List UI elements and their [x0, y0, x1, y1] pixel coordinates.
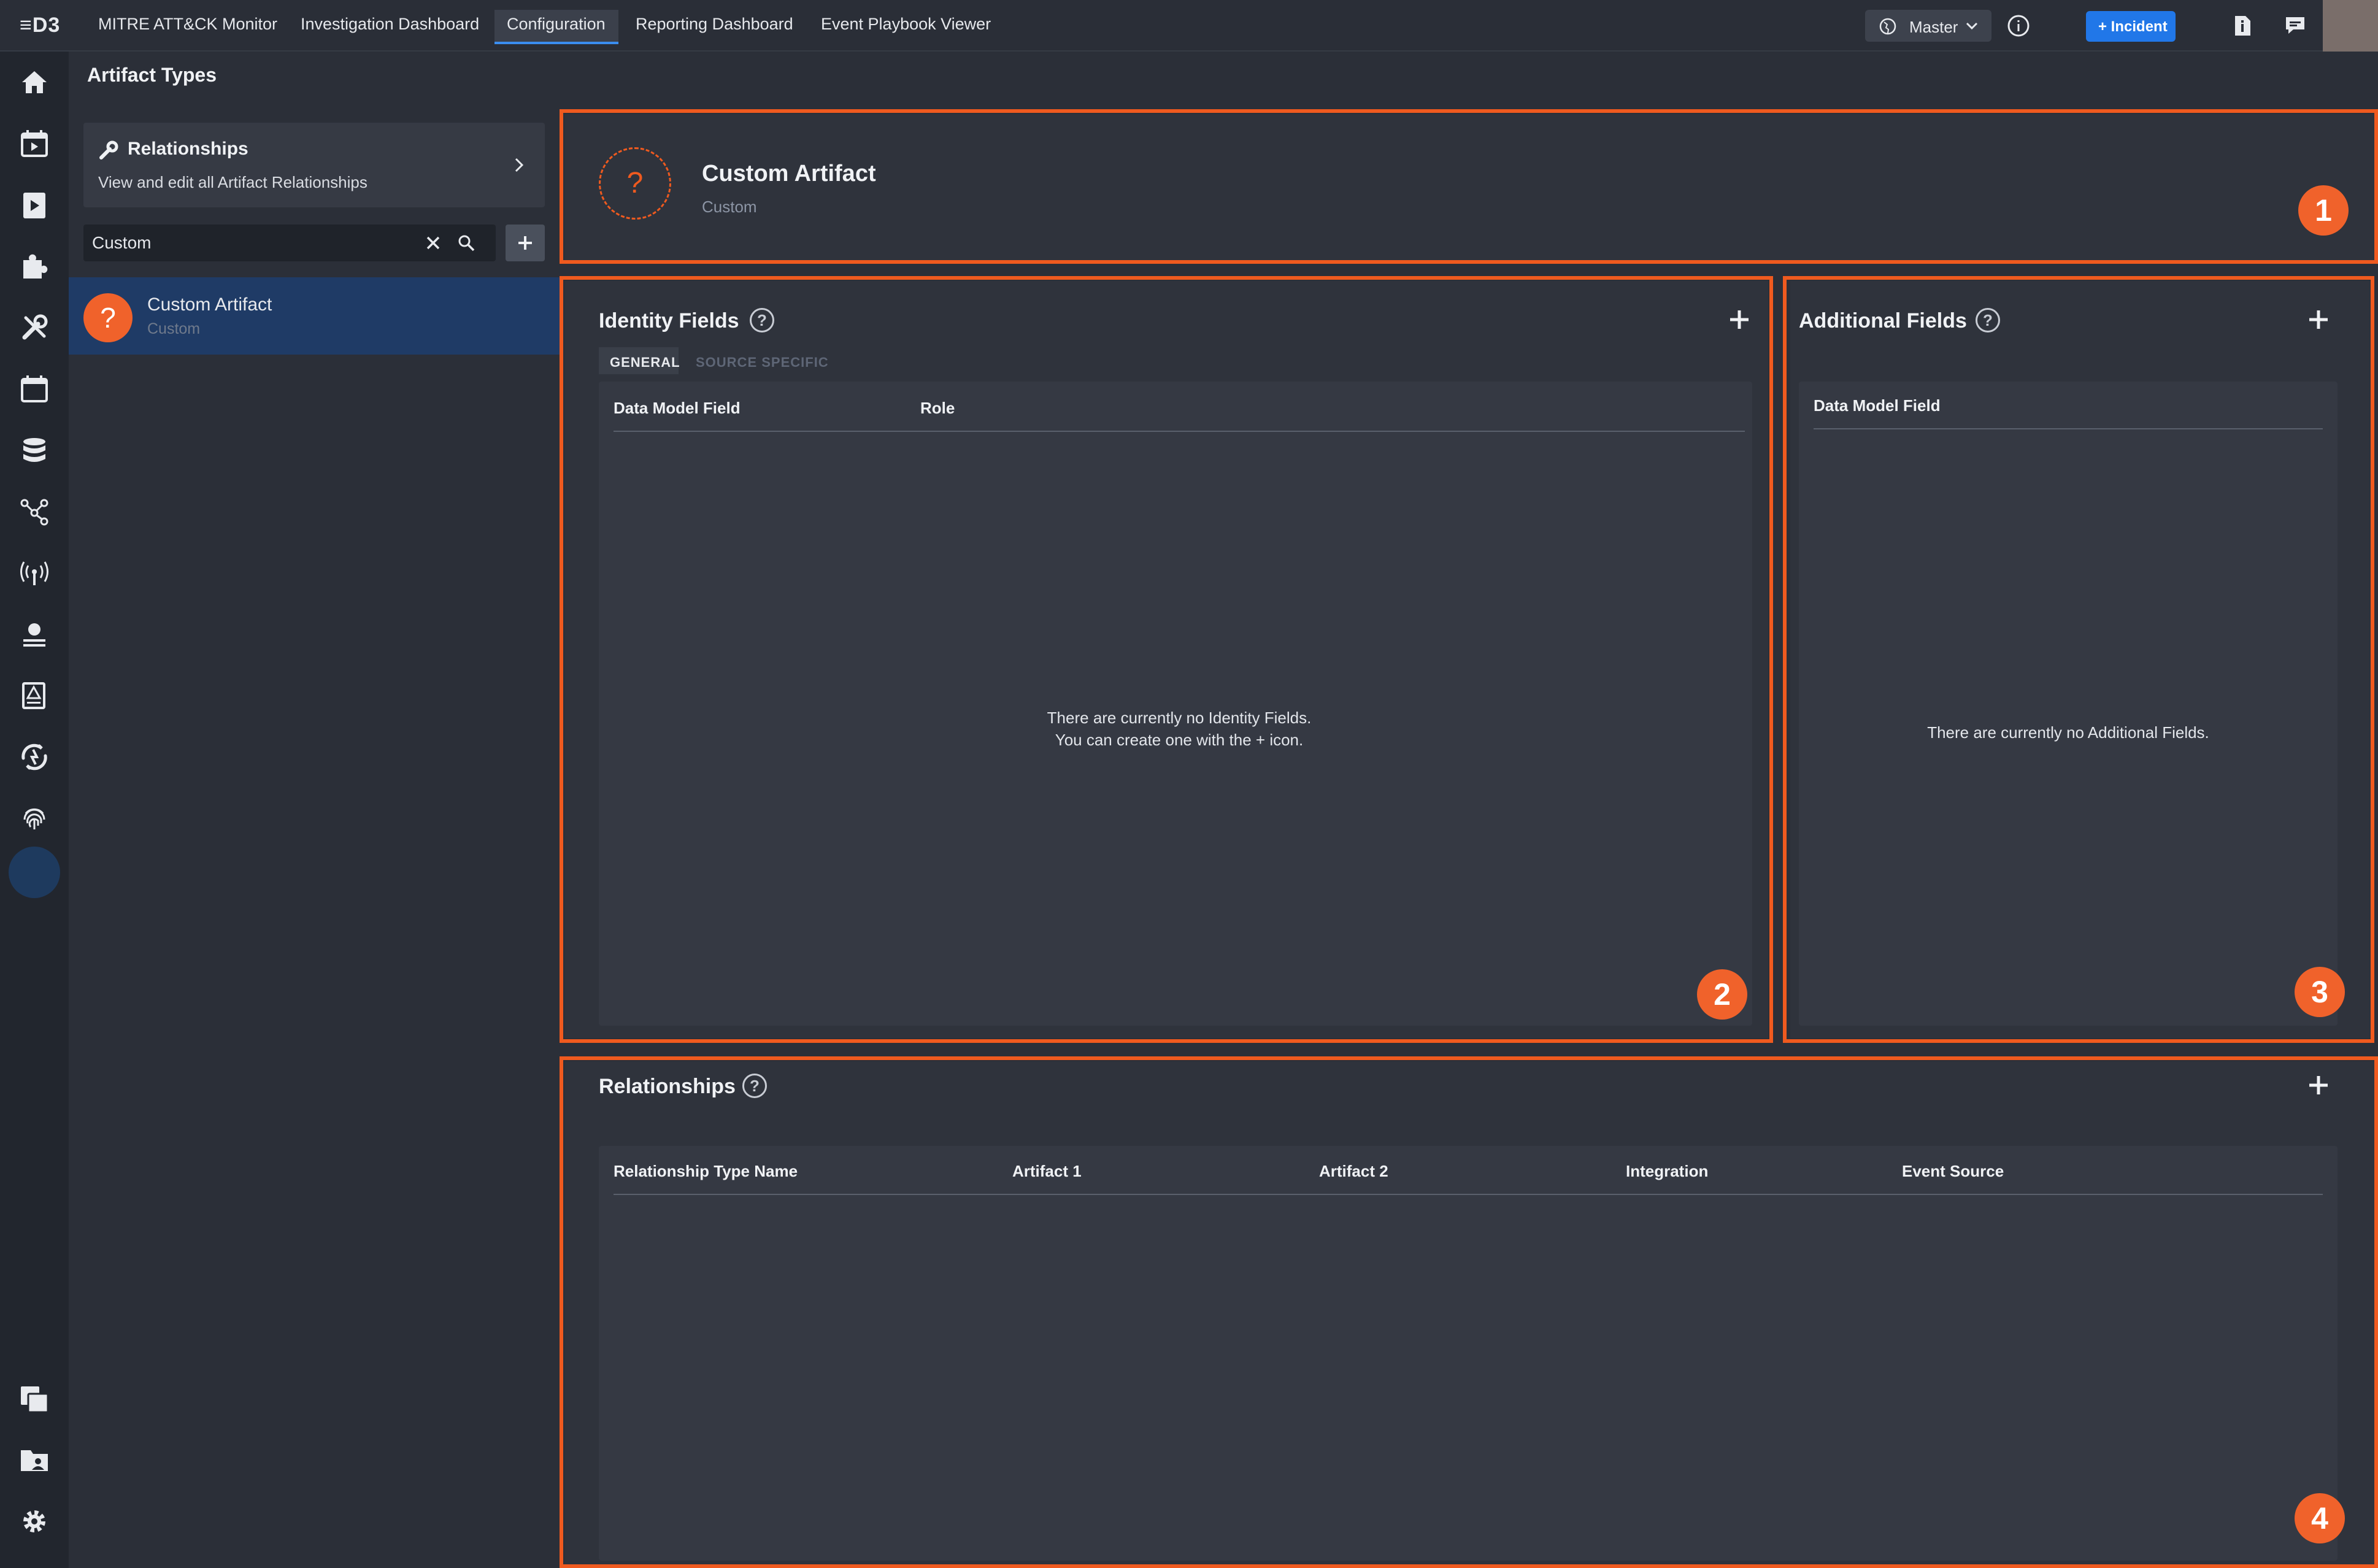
nav-reporting-dashboard[interactable]: Reporting Dashboard: [636, 15, 793, 34]
d3-logo[interactable]: ≡D3: [20, 13, 60, 38]
folder-user-icon[interactable]: [17, 1443, 52, 1477]
nav-configuration[interactable]: Configuration: [507, 15, 606, 34]
playbook-icon[interactable]: [17, 188, 52, 222]
highlight-box-1: [560, 109, 2378, 264]
clear-icon[interactable]: [425, 234, 442, 252]
chevron-right-icon: [515, 158, 524, 172]
callout-badge-1: 1: [2298, 185, 2349, 236]
highlight-box-3: [1783, 276, 2374, 1043]
rail-active-indicator: [9, 847, 60, 898]
user-avatar[interactable]: [2323, 0, 2378, 52]
artifact-search-input[interactable]: [92, 231, 411, 255]
create-incident-label: + Incident: [2098, 18, 2168, 35]
tenant-selector[interactable]: Master: [1865, 10, 1991, 42]
info-icon[interactable]: [2006, 13, 2031, 38]
globe-icon: [1879, 18, 1896, 35]
tools-icon[interactable]: [17, 310, 52, 345]
callout-badge-2: 2: [1697, 969, 1747, 1020]
calendar-icon[interactable]: [17, 372, 52, 406]
calendar-play-icon[interactable]: [17, 126, 52, 161]
sync-icon[interactable]: [17, 740, 52, 774]
database-icon[interactable]: [17, 433, 52, 467]
question-icon: ?: [83, 293, 133, 342]
chat-icon[interactable]: [2284, 15, 2307, 36]
chevron-down-icon: [1966, 22, 1978, 30]
relationships-card[interactable]: Relationships View and edit all Artifact…: [83, 123, 545, 207]
broadcast-icon[interactable]: [17, 556, 52, 590]
nav-investigation-dashboard[interactable]: Investigation Dashboard: [301, 15, 479, 34]
copy-icon[interactable]: [17, 1382, 52, 1416]
network-graph-icon[interactable]: [17, 494, 52, 529]
integration-puzzle-icon[interactable]: [17, 249, 52, 283]
callout-badge-3: 3: [2295, 967, 2345, 1017]
callout-badge-4: 4: [2295, 1493, 2345, 1543]
threat-intel-icon[interactable]: [17, 617, 52, 651]
page-title: Artifact Types: [87, 64, 217, 86]
artifact-category: Custom: [147, 320, 201, 337]
wrench-icon: [99, 140, 118, 159]
settings-gear-icon[interactable]: [17, 1504, 52, 1539]
top-bar: ≡D3 MITRE ATT&CK Monitor Investigation D…: [0, 0, 2378, 52]
search-icon[interactable]: [456, 233, 476, 253]
home-icon[interactable]: [17, 65, 52, 99]
artifact-name: Custom Artifact: [147, 294, 272, 315]
highlight-box-4: [560, 1056, 2378, 1568]
nav-event-playbook-viewer[interactable]: Event Playbook Viewer: [821, 15, 991, 34]
relationships-card-title: Relationships: [128, 139, 248, 159]
document-info-icon[interactable]: [2233, 15, 2252, 37]
add-artifact-type-button[interactable]: [506, 225, 545, 261]
highlight-box-2: [560, 276, 1773, 1043]
create-incident-button[interactable]: + Incident: [2086, 11, 2176, 42]
relationships-card-subtitle: View and edit all Artifact Relationships: [98, 173, 367, 191]
nav-mitre-attack-monitor[interactable]: MITRE ATT&CK Monitor: [98, 15, 277, 34]
artifact-list-item-custom-artifact[interactable]: ? Custom Artifact Custom: [69, 277, 560, 355]
report-alert-icon[interactable]: [17, 678, 52, 713]
tenant-label: Master: [1909, 18, 1958, 36]
fingerprint-icon[interactable]: [17, 801, 52, 836]
artifact-search-box: [83, 225, 496, 261]
plus-icon: [518, 236, 532, 250]
